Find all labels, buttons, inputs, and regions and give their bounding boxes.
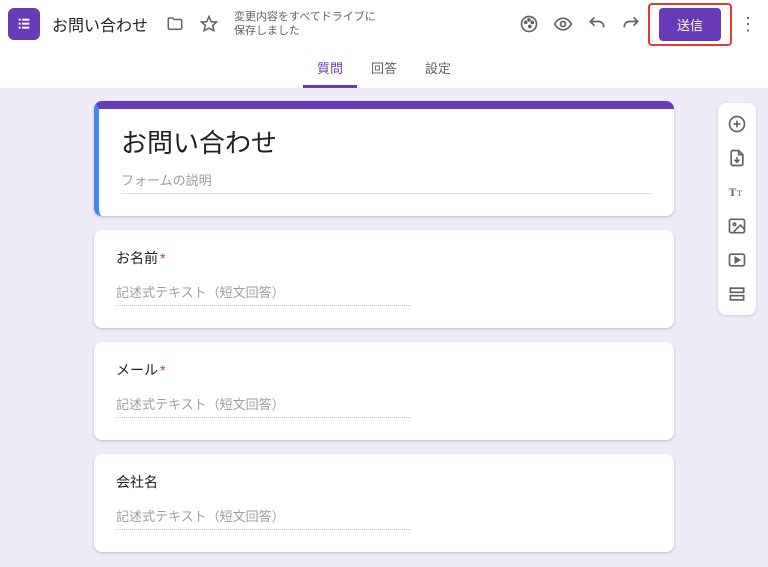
theme-icon[interactable] [518, 13, 540, 35]
form-canvas: お問い合わせ フォームの説明 お名前* 記述式テキスト（短文回答） メール* 記… [0, 89, 768, 566]
short-answer-placeholder: 記述式テキスト（短文回答） [116, 282, 411, 306]
form-title[interactable]: お問い合わせ [121, 123, 652, 160]
question-label: お名前 [116, 250, 158, 266]
required-mark: * [160, 362, 165, 378]
required-mark: * [160, 250, 165, 266]
doc-title[interactable]: お問い合わせ [52, 12, 148, 36]
more-icon[interactable]: ⋮ [736, 14, 760, 35]
side-toolbar: TT [718, 103, 756, 315]
short-answer-placeholder: 記述式テキスト（短文回答） [116, 506, 411, 530]
import-questions-icon[interactable] [722, 143, 752, 173]
save-status-line1: 変更内容をすべてドライブに [234, 10, 376, 24]
question-label: 会社名 [116, 474, 158, 490]
tabs: 質問 回答 設定 [0, 48, 768, 89]
save-status-line2: 保存しました [234, 24, 376, 38]
preview-icon[interactable] [552, 13, 574, 35]
add-image-icon[interactable] [722, 211, 752, 241]
question-title[interactable]: メール* [116, 360, 652, 380]
save-status: 変更内容をすべてドライブに 保存しました [234, 10, 376, 39]
svg-text:T: T [729, 186, 737, 199]
question-card[interactable]: お名前* 記述式テキスト（短文回答） [94, 230, 674, 328]
redo-icon[interactable] [620, 13, 642, 35]
header-bar: お問い合わせ 変更内容をすべてドライブに 保存しました 送信 ⋮ [0, 0, 768, 48]
short-answer-placeholder: 記述式テキスト（短文回答） [116, 394, 411, 418]
tab-settings[interactable]: 設定 [411, 48, 465, 88]
add-title-icon[interactable]: TT [722, 177, 752, 207]
svg-text:T: T [737, 189, 742, 198]
question-card[interactable]: 会社名 記述式テキスト（短文回答） [94, 454, 674, 552]
question-title[interactable]: 会社名 [116, 472, 652, 492]
tab-responses[interactable]: 回答 [357, 48, 411, 88]
add-video-icon[interactable] [722, 245, 752, 275]
undo-icon[interactable] [586, 13, 608, 35]
send-button-highlight: 送信 [648, 3, 732, 46]
form-description[interactable]: フォームの説明 [121, 170, 652, 194]
tab-questions[interactable]: 質問 [303, 48, 357, 88]
question-card[interactable]: メール* 記述式テキスト（短文回答） [94, 342, 674, 440]
send-button[interactable]: 送信 [659, 8, 721, 41]
question-label: メール [116, 362, 158, 378]
folder-icon[interactable] [164, 13, 186, 35]
star-icon[interactable] [198, 13, 220, 35]
question-title[interactable]: お名前* [116, 248, 652, 268]
forms-logo[interactable] [8, 8, 40, 40]
form-title-card[interactable]: お問い合わせ フォームの説明 [94, 101, 674, 216]
add-section-icon[interactable] [722, 279, 752, 309]
add-question-icon[interactable] [722, 109, 752, 139]
